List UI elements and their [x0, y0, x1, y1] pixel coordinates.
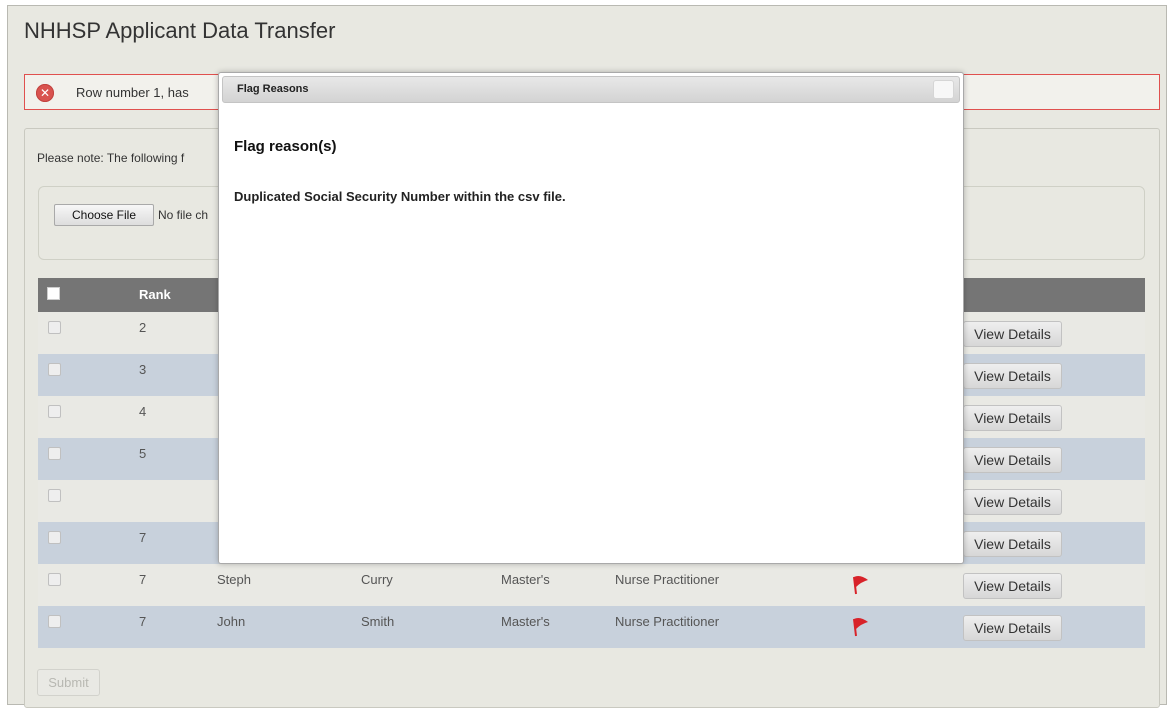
row-checkbox[interactable] [48, 573, 61, 586]
page-title: NHHSP Applicant Data Transfer [24, 18, 336, 43]
cell-rank: 7 [139, 614, 147, 629]
view-details-button[interactable]: View Details [963, 405, 1062, 431]
cell-profession: Nurse Practitioner [615, 614, 720, 629]
row-checkbox[interactable] [48, 531, 61, 544]
cell-rank: 7 [139, 530, 147, 545]
row-checkbox[interactable] [48, 447, 61, 460]
row-checkbox[interactable] [48, 405, 61, 418]
choose-file-button[interactable]: Choose File [54, 204, 154, 226]
flag-icon[interactable] [849, 616, 871, 638]
column-header-rank: Rank [139, 287, 171, 302]
cell-first-name: John [217, 614, 246, 629]
view-details-button[interactable]: View Details [963, 321, 1062, 347]
view-details-button[interactable]: View Details [963, 615, 1062, 641]
close-icon[interactable] [933, 80, 954, 99]
cell-rank: 4 [139, 404, 147, 419]
row-checkbox[interactable] [48, 489, 61, 502]
cell-profession: Nurse Practitioner [615, 572, 720, 587]
flag-icon[interactable] [849, 574, 871, 596]
dialog-title: Flag Reasons [237, 83, 309, 95]
dialog-titlebar: Flag Reasons [222, 76, 960, 103]
notice-text: Please note: The following f [37, 151, 185, 165]
error-message: Row number 1, has [76, 85, 189, 100]
submit-button[interactable]: Submit [37, 669, 100, 696]
error-x-icon: ✕ [36, 84, 54, 102]
flag-reason-text: Duplicated Social Security Number within… [234, 189, 566, 204]
view-details-button[interactable]: View Details [963, 531, 1062, 557]
row-checkbox[interactable] [48, 321, 61, 334]
cell-first-name: Steph [217, 572, 251, 587]
view-details-button[interactable]: View Details [963, 363, 1062, 389]
cell-degree: Master's [501, 614, 550, 629]
file-status-text: No file ch [158, 208, 209, 222]
select-all-checkbox[interactable] [47, 287, 60, 300]
table-row: 7 Steph Curry Master's Nurse Practitioner Vie… [38, 564, 1145, 606]
cell-rank: 5 [139, 446, 147, 461]
cell-degree: Master's [501, 572, 550, 587]
cell-rank: 2 [139, 320, 147, 335]
row-checkbox[interactable] [48, 615, 61, 628]
cell-last-name: Curry [361, 572, 393, 587]
view-details-button[interactable]: View Details [963, 447, 1062, 473]
cell-rank: 7 [139, 572, 147, 587]
view-details-button[interactable]: View Details [963, 489, 1062, 515]
flag-reasons-dialog: Flag Reasons Flag reason(s) Duplicated S… [218, 72, 964, 564]
table-row: 7 John Smith Master's Nurse Practitioner View… [38, 606, 1145, 648]
dialog-heading: Flag reason(s) [234, 138, 337, 155]
cell-rank: 3 [139, 362, 147, 377]
row-checkbox[interactable] [48, 363, 61, 376]
cell-last-name: Smith [361, 614, 395, 629]
view-details-button[interactable]: View Details [963, 573, 1062, 599]
